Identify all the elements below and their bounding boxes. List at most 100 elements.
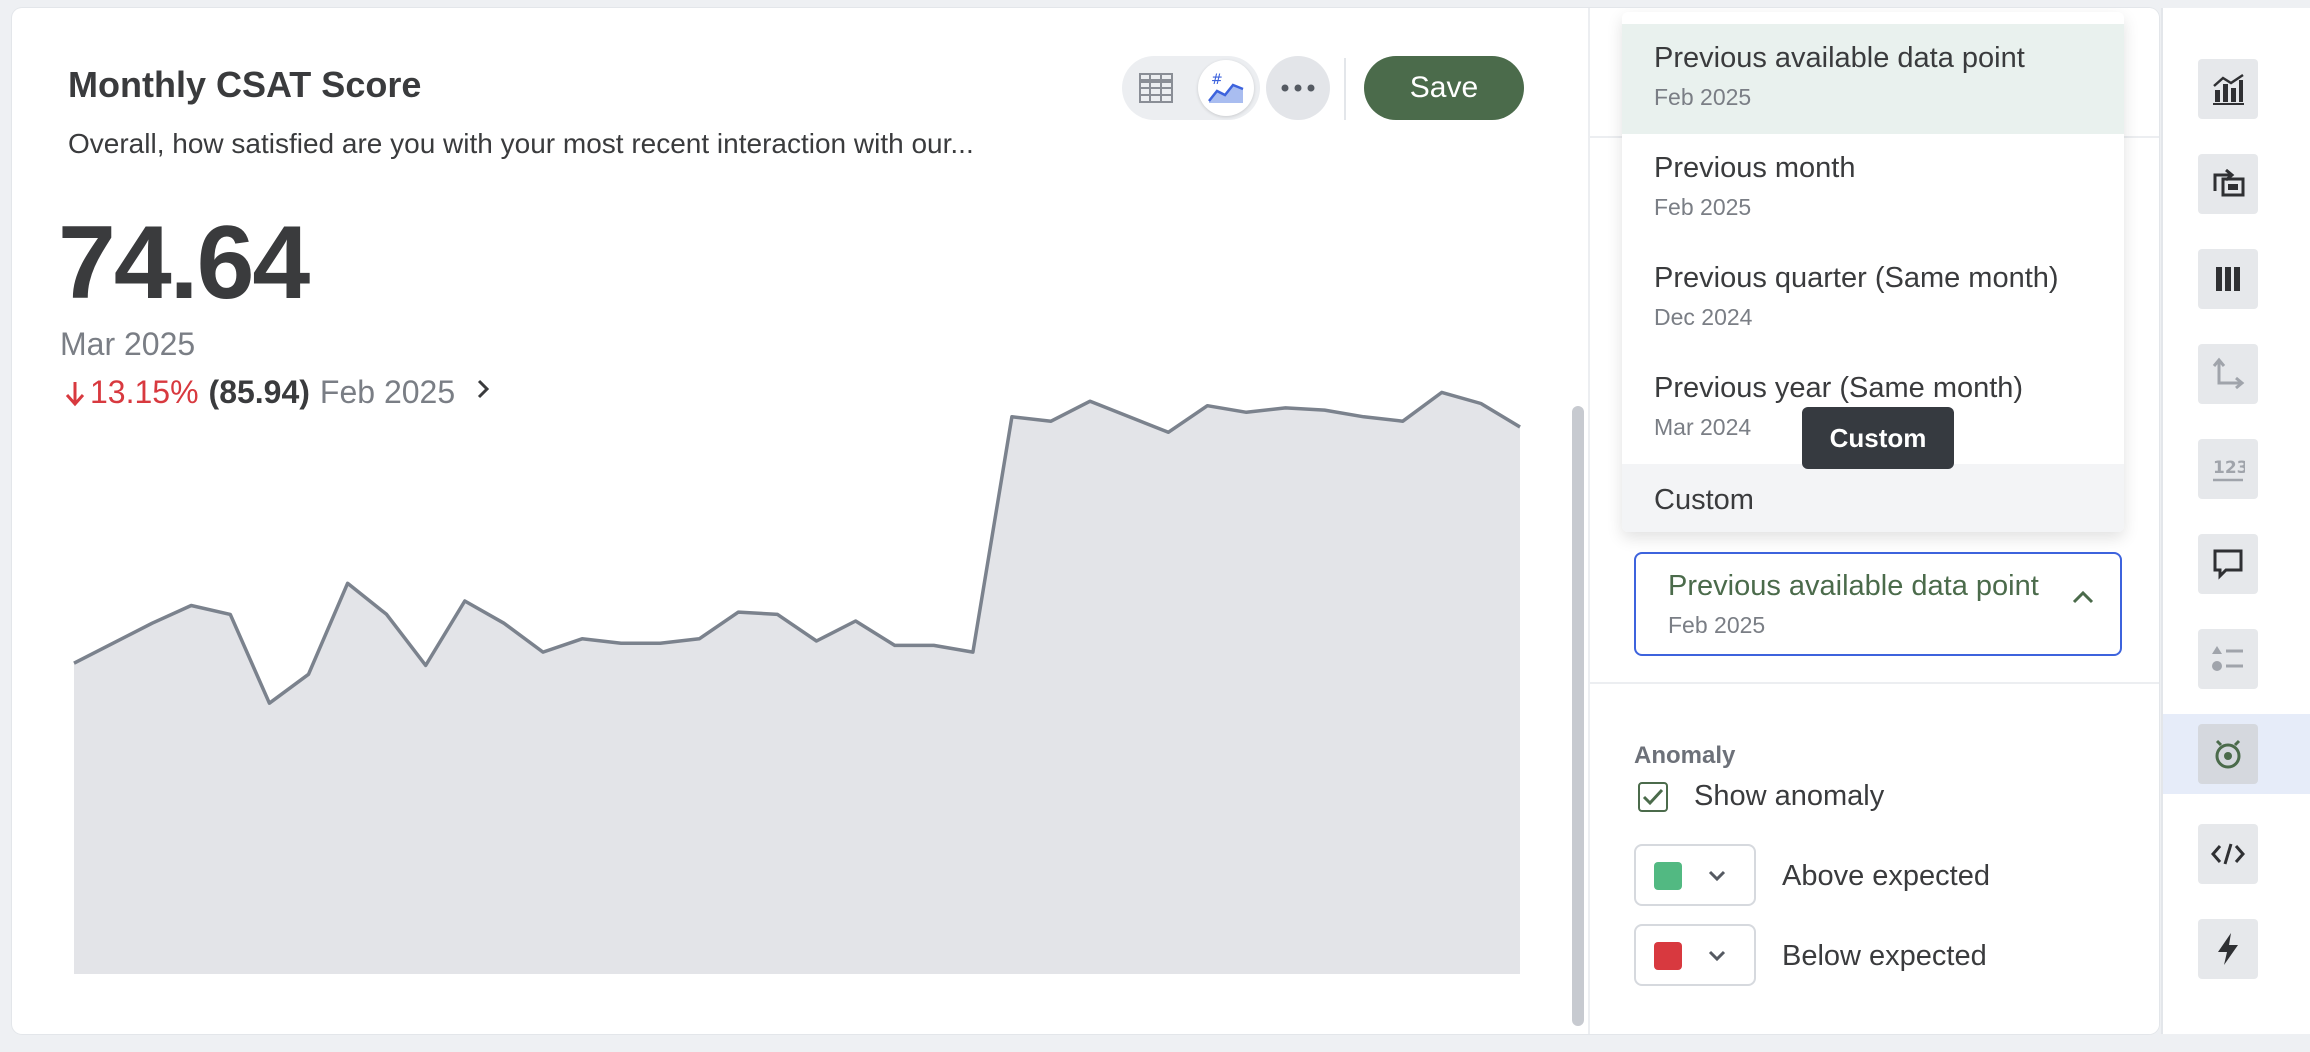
data-point: [776, 612, 780, 616]
dropdown-option-previous-data-point[interactable]: Previous available data point Feb 2025: [1622, 24, 2124, 134]
data-point: [1088, 399, 1092, 403]
data-point: [971, 650, 975, 654]
color-swatch: [1654, 862, 1682, 890]
dropdown-option-previous-quarter[interactable]: Previous quarter (Same month) Dec 2024: [1622, 244, 2124, 354]
chart-area: [74, 392, 1520, 974]
comparison-select[interactable]: Previous available data point Feb 2025: [1634, 552, 2122, 656]
rail-item-lightning: [2163, 909, 2310, 989]
rail-item-columns: [2163, 239, 2310, 319]
option-sub: Feb 2025: [1654, 84, 1752, 110]
data-point: [72, 661, 76, 665]
show-anomaly-label: Show anomaly: [1694, 780, 1885, 812]
above-expected-color-picker[interactable]: [1634, 844, 1756, 906]
anomaly-section-title: Anomaly: [1634, 742, 1736, 769]
data-point: [1479, 402, 1483, 406]
tooltip: Custom: [1802, 407, 1954, 469]
dropdown-option-previous-month[interactable]: Previous month Feb 2025: [1622, 134, 2124, 244]
data-point: [424, 663, 428, 667]
lightning-button[interactable]: [2198, 919, 2258, 979]
data-point: [346, 581, 350, 585]
chart-card: Monthly CSAT Score Overall, how satisfie…: [12, 8, 2159, 1034]
swap-data-icon: [2213, 169, 2245, 197]
below-expected-color-picker[interactable]: [1634, 924, 1756, 986]
data-point: [1284, 406, 1288, 410]
above-expected-label: Above expected: [1782, 860, 1990, 892]
data-point: [1244, 410, 1248, 414]
goal-icon: [2215, 739, 2241, 769]
rail-item-axis: [2163, 334, 2310, 414]
data-point: [150, 621, 154, 625]
comparison-select-sub: Feb 2025: [1668, 612, 1766, 638]
chevron-down-icon: [1708, 870, 1726, 882]
axis-icon: [2212, 357, 2245, 390]
data-point: [1323, 408, 1327, 412]
option-label: Custom: [1654, 484, 1754, 516]
option-sub: Feb 2025: [1654, 194, 1752, 220]
rail-item-comment: [2163, 524, 2310, 604]
data-point: [932, 643, 936, 647]
data-point: [189, 604, 193, 608]
data-point: [1127, 415, 1131, 419]
comment-button[interactable]: [2198, 534, 2258, 594]
settings-scrollbar[interactable]: [1572, 406, 1584, 1026]
columns-button[interactable]: [2198, 249, 2258, 309]
data-point: [307, 672, 311, 676]
data-point: [1401, 419, 1405, 423]
legend-icon: [2212, 646, 2243, 671]
rail-item-code: [2163, 814, 2310, 894]
option-sub: Mar 2024: [1654, 414, 1752, 440]
data-point: [1010, 415, 1014, 419]
data-point: [580, 637, 584, 641]
settings-rail: 123: [2161, 8, 2310, 1034]
data-point: [815, 639, 819, 643]
chart-type-button[interactable]: [2198, 59, 2258, 119]
number-format-button[interactable]: 123: [2198, 439, 2258, 499]
chevron-down-icon: [1708, 950, 1726, 962]
data-point: [463, 599, 467, 603]
data-point: [1362, 415, 1366, 419]
rail-item-legend: [2163, 619, 2310, 699]
axis-button[interactable]: [2198, 344, 2258, 404]
option-label: Previous month: [1654, 152, 1856, 184]
number-format-icon: 123: [2213, 458, 2245, 482]
checkmark-icon: [1642, 788, 1664, 806]
data-point: [111, 641, 115, 645]
data-point: [541, 650, 545, 654]
chart-type-icon: [2213, 73, 2244, 105]
data-point: [697, 637, 701, 641]
trend-chart: [72, 390, 1521, 974]
data-point: [502, 621, 506, 625]
data-point: [1166, 430, 1170, 434]
lightning-icon: [2218, 933, 2238, 965]
data-point: [267, 701, 271, 705]
panel-divider: [1590, 682, 2159, 684]
columns-icon: [2216, 267, 2240, 291]
data-point: [619, 641, 623, 645]
show-anomaly-checkbox[interactable]: [1638, 782, 1668, 812]
rail-item-goal: [2163, 714, 2310, 794]
color-swatch: [1654, 942, 1682, 970]
rail-item-chart-type: [2163, 49, 2310, 129]
option-label: Previous year (Same month): [1654, 372, 2024, 404]
legend-button[interactable]: [2198, 629, 2258, 689]
data-point: [658, 641, 662, 645]
chevron-up-icon: [2072, 590, 2094, 604]
option-sub: Dec 2024: [1654, 304, 1753, 330]
dropdown-option-custom[interactable]: Custom: [1622, 464, 2124, 532]
data-point: [385, 612, 389, 616]
code-button[interactable]: [2198, 824, 2258, 884]
data-point: [1440, 390, 1444, 394]
svg-text:123: 123: [2213, 458, 2245, 478]
comment-icon: [2213, 549, 2243, 580]
data-point: [1049, 419, 1053, 423]
data-point: [854, 619, 858, 623]
rail-item-number-format: 123: [2163, 429, 2310, 509]
option-label: Previous available data point: [1654, 42, 2025, 74]
data-point: [736, 610, 740, 614]
swap-data-button[interactable]: [2198, 154, 2258, 214]
option-label: Previous quarter (Same month): [1654, 262, 2059, 294]
rail-item-swap-data: [2163, 144, 2310, 224]
data-point: [1205, 404, 1209, 408]
code-icon: [2211, 843, 2245, 865]
goal-button[interactable]: [2198, 724, 2258, 784]
